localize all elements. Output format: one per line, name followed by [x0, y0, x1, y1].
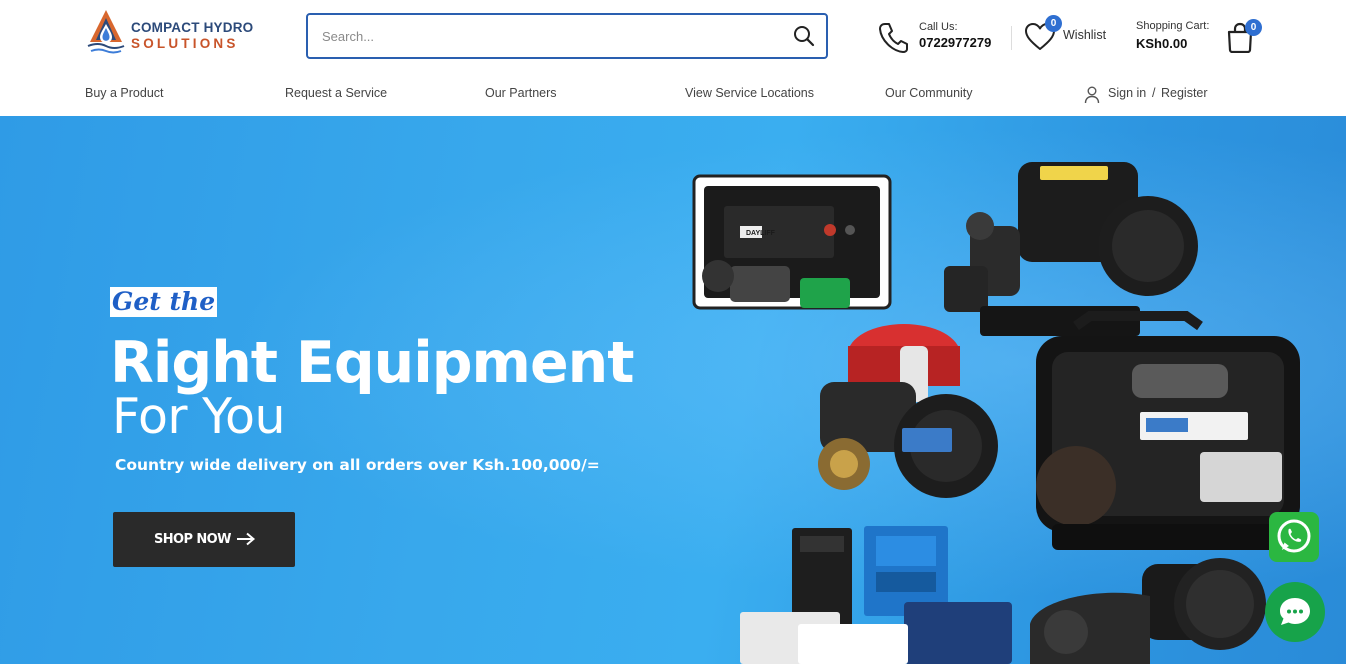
brand-name-line1: COMPACT HYDRO [131, 20, 254, 35]
call-us-label: Call Us: [919, 21, 958, 33]
hero-products-image: DAYLIFF [692, 162, 1300, 664]
site-header: COMPACT HYDRO SOLUTIONS Call Us: 0722977… [0, 0, 1346, 116]
phone-number[interactable]: 0722977279 [919, 35, 991, 50]
user-icon [1084, 86, 1100, 104]
wishlist-label: Wishlist [1063, 28, 1107, 42]
sign-in-link[interactable]: Sign in [1108, 86, 1146, 100]
jet-pump-product [1030, 558, 1266, 664]
whatsapp-button[interactable] [1269, 512, 1319, 562]
wishlist-link[interactable]: 0 Wishlist [1024, 15, 1116, 56]
water-pump-product-top [944, 162, 1198, 336]
cart-total: KSh0.00 [1136, 36, 1188, 51]
auth-separator: / [1152, 86, 1156, 100]
portable-generator-product [1036, 311, 1300, 550]
hero-subtitle: Country wide delivery on all orders over… [115, 456, 600, 474]
phone-icon [879, 23, 908, 53]
chat-button[interactable] [1265, 582, 1325, 642]
cart-label: Shopping Cart: [1136, 20, 1210, 32]
header-divider [1011, 26, 1012, 50]
booster-pump-product [818, 324, 998, 498]
shop-now-label: SHOP NOW [154, 532, 231, 547]
arrow-right-icon [237, 532, 256, 546]
shop-now-button[interactable]: SHOP NOW [113, 512, 295, 567]
nav-item-buy-a-product[interactable]: Buy a Product [85, 86, 164, 100]
nav-item-our-community[interactable]: Our Community [885, 86, 973, 100]
call-us[interactable]: Call Us: 0722977279 [878, 20, 1008, 56]
hero-title-sub: For You [112, 388, 286, 445]
nav-item-request-a-service[interactable]: Request a Service [285, 86, 387, 100]
nav-item-our-partners[interactable]: Our Partners [485, 86, 557, 100]
brand-logo-icon [87, 10, 125, 54]
brand-name-line2: SOLUTIONS [131, 36, 239, 51]
shopping-cart[interactable]: Shopping Cart: KSh0.00 0 [1136, 18, 1266, 58]
main-navigation: Buy a Product Request a Service Our Part… [0, 82, 1346, 106]
hero-kicker: Get the [110, 287, 218, 317]
search-input[interactable] [322, 25, 762, 47]
chat-bubble-icon [1280, 598, 1310, 625]
generator-large-product: DAYLIFF [692, 174, 892, 310]
whatsapp-icon [1277, 519, 1311, 553]
search-bar [306, 13, 828, 59]
wishlist-count-badge: 0 [1045, 15, 1062, 32]
generator-brand-label: DAYLIFF [746, 230, 776, 237]
search-icon [794, 26, 815, 47]
search-button[interactable] [792, 24, 816, 48]
cart-count-badge: 0 [1245, 19, 1262, 36]
nav-item-view-service-locations[interactable]: View Service Locations [685, 86, 814, 100]
inverter-products [740, 526, 1012, 664]
brand-logo[interactable]: COMPACT HYDRO SOLUTIONS [84, 8, 253, 58]
hero-banner: Get the Right Equipment For You Country … [0, 116, 1346, 664]
register-link[interactable]: Register [1161, 86, 1208, 100]
